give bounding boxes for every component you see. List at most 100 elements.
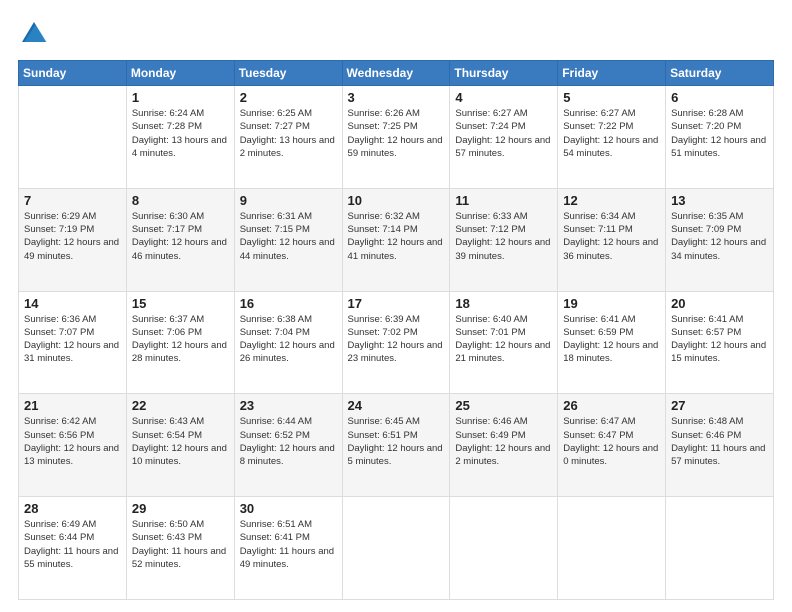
day-number: 28 [24,501,121,516]
day-info: Sunrise: 6:30 AMSunset: 7:17 PMDaylight:… [132,210,229,263]
calendar-cell [558,497,666,600]
weekday-header-saturday: Saturday [666,61,774,86]
day-info: Sunrise: 6:40 AMSunset: 7:01 PMDaylight:… [455,313,552,366]
calendar-table: SundayMondayTuesdayWednesdayThursdayFrid… [18,60,774,600]
day-number: 8 [132,193,229,208]
calendar-week-1: 1 Sunrise: 6:24 AMSunset: 7:28 PMDaylight… [19,86,774,189]
calendar-cell: 17Sunrise: 6:39 AMSunset: 7:02 PMDayligh… [342,291,450,394]
calendar-cell: 27 Sunrise: 6:48 AMSunset: 6:46 PMDayligh… [666,394,774,497]
day-number: 17 [348,296,445,311]
day-info: Sunrise: 6:37 AMSunset: 7:06 PMDaylight:… [132,313,229,366]
logo [18,18,54,50]
weekday-header-tuesday: Tuesday [234,61,342,86]
day-number: 27 [671,398,768,413]
calendar-week-4: 21Sunrise: 6:42 AMSunset: 6:56 PMDayligh… [19,394,774,497]
calendar-cell: 13Sunrise: 6:35 AMSunset: 7:09 PMDayligh… [666,188,774,291]
day-number: 22 [132,398,229,413]
calendar-cell: 20Sunrise: 6:41 AMSunset: 6:57 PMDayligh… [666,291,774,394]
day-number: 13 [671,193,768,208]
day-number: 2 [240,90,337,105]
day-number: 23 [240,398,337,413]
day-info: Sunrise: 6:43 AMSunset: 6:54 PMDaylight:… [132,415,229,468]
calendar-cell: 29 Sunrise: 6:50 AMSunset: 6:43 PMDayligh… [126,497,234,600]
day-info: Sunrise: 6:44 AMSunset: 6:52 PMDaylight:… [240,415,337,468]
weekday-header-monday: Monday [126,61,234,86]
day-number: 19 [563,296,660,311]
logo-icon [18,18,50,50]
calendar-cell: 2Sunrise: 6:25 AMSunset: 7:27 PMDaylight… [234,86,342,189]
day-number: 30 [240,501,337,516]
day-number: 26 [563,398,660,413]
day-number: 5 [563,90,660,105]
header [18,18,774,50]
calendar-cell: 15 Sunrise: 6:37 AMSunset: 7:06 PMDayligh… [126,291,234,394]
calendar-cell: 30 Sunrise: 6:51 AMSunset: 6:41 PMDayligh… [234,497,342,600]
calendar-cell: 24 Sunrise: 6:45 AMSunset: 6:51 PMDayligh… [342,394,450,497]
calendar-week-5: 28 Sunrise: 6:49 AMSunset: 6:44 PMDayligh… [19,497,774,600]
day-info: Sunrise: 6:27 AMSunset: 7:24 PMDaylight:… [455,107,552,160]
calendar-cell [666,497,774,600]
calendar-cell: 9Sunrise: 6:31 AMSunset: 7:15 PMDaylight… [234,188,342,291]
calendar-cell: 22 Sunrise: 6:43 AMSunset: 6:54 PMDayligh… [126,394,234,497]
calendar-cell: 25 Sunrise: 6:46 AMSunset: 6:49 PMDayligh… [450,394,558,497]
weekday-header-row: SundayMondayTuesdayWednesdayThursdayFrid… [19,61,774,86]
day-number: 14 [24,296,121,311]
calendar-cell: 11Sunrise: 6:33 AMSunset: 7:12 PMDayligh… [450,188,558,291]
day-info: Sunrise: 6:47 AMSunset: 6:47 PMDaylight:… [563,415,660,468]
day-number: 10 [348,193,445,208]
weekday-header-thursday: Thursday [450,61,558,86]
calendar-cell: 28 Sunrise: 6:49 AMSunset: 6:44 PMDayligh… [19,497,127,600]
calendar-cell: 8 Sunrise: 6:30 AMSunset: 7:17 PMDaylight… [126,188,234,291]
calendar-cell: 10Sunrise: 6:32 AMSunset: 7:14 PMDayligh… [342,188,450,291]
weekday-header-sunday: Sunday [19,61,127,86]
day-info: Sunrise: 6:46 AMSunset: 6:49 PMDaylight:… [455,415,552,468]
day-number: 4 [455,90,552,105]
calendar-cell: 12 Sunrise: 6:34 AMSunset: 7:11 PMDayligh… [558,188,666,291]
calendar-cell [450,497,558,600]
calendar-cell: 16 Sunrise: 6:38 AMSunset: 7:04 PMDayligh… [234,291,342,394]
day-info: Sunrise: 6:48 AMSunset: 6:46 PMDaylight:… [671,415,768,468]
day-number: 12 [563,193,660,208]
day-number: 7 [24,193,121,208]
page: SundayMondayTuesdayWednesdayThursdayFrid… [0,0,792,612]
day-info: Sunrise: 6:50 AMSunset: 6:43 PMDaylight:… [132,518,229,571]
day-info: Sunrise: 6:29 AMSunset: 7:19 PMDaylight:… [24,210,121,263]
day-number: 24 [348,398,445,413]
day-info: Sunrise: 6:26 AMSunset: 7:25 PMDaylight:… [348,107,445,160]
day-info: Sunrise: 6:28 AMSunset: 7:20 PMDaylight:… [671,107,768,160]
calendar-cell: 6 Sunrise: 6:28 AMSunset: 7:20 PMDaylight… [666,86,774,189]
day-info: Sunrise: 6:36 AMSunset: 7:07 PMDaylight:… [24,313,121,366]
day-info: Sunrise: 6:49 AMSunset: 6:44 PMDaylight:… [24,518,121,571]
calendar-cell: 7 Sunrise: 6:29 AMSunset: 7:19 PMDaylight… [19,188,127,291]
day-number: 3 [348,90,445,105]
calendar-cell: 1 Sunrise: 6:24 AMSunset: 7:28 PMDaylight… [126,86,234,189]
day-number: 15 [132,296,229,311]
weekday-header-wednesday: Wednesday [342,61,450,86]
day-info: Sunrise: 6:27 AMSunset: 7:22 PMDaylight:… [563,107,660,160]
day-info: Sunrise: 6:51 AMSunset: 6:41 PMDaylight:… [240,518,337,571]
day-number: 6 [671,90,768,105]
calendar-week-2: 7 Sunrise: 6:29 AMSunset: 7:19 PMDaylight… [19,188,774,291]
calendar-week-3: 14 Sunrise: 6:36 AMSunset: 7:07 PMDayligh… [19,291,774,394]
calendar-cell: 3 Sunrise: 6:26 AMSunset: 7:25 PMDaylight… [342,86,450,189]
calendar-cell: 21Sunrise: 6:42 AMSunset: 6:56 PMDayligh… [19,394,127,497]
day-info: Sunrise: 6:45 AMSunset: 6:51 PMDaylight:… [348,415,445,468]
day-info: Sunrise: 6:38 AMSunset: 7:04 PMDaylight:… [240,313,337,366]
day-info: Sunrise: 6:31 AMSunset: 7:15 PMDaylight:… [240,210,337,263]
day-number: 20 [671,296,768,311]
day-number: 25 [455,398,552,413]
calendar-cell: 18 Sunrise: 6:40 AMSunset: 7:01 PMDayligh… [450,291,558,394]
day-number: 1 [132,90,229,105]
day-number: 16 [240,296,337,311]
calendar-cell: 23 Sunrise: 6:44 AMSunset: 6:52 PMDayligh… [234,394,342,497]
calendar-cell: 5 Sunrise: 6:27 AMSunset: 7:22 PMDaylight… [558,86,666,189]
day-info: Sunrise: 6:33 AMSunset: 7:12 PMDaylight:… [455,210,552,263]
day-number: 18 [455,296,552,311]
day-info: Sunrise: 6:42 AMSunset: 6:56 PMDaylight:… [24,415,121,468]
calendar-cell: 26 Sunrise: 6:47 AMSunset: 6:47 PMDayligh… [558,394,666,497]
calendar-cell [19,86,127,189]
day-number: 29 [132,501,229,516]
day-info: Sunrise: 6:34 AMSunset: 7:11 PMDaylight:… [563,210,660,263]
day-info: Sunrise: 6:24 AMSunset: 7:28 PMDaylight:… [132,107,229,160]
calendar-cell [342,497,450,600]
